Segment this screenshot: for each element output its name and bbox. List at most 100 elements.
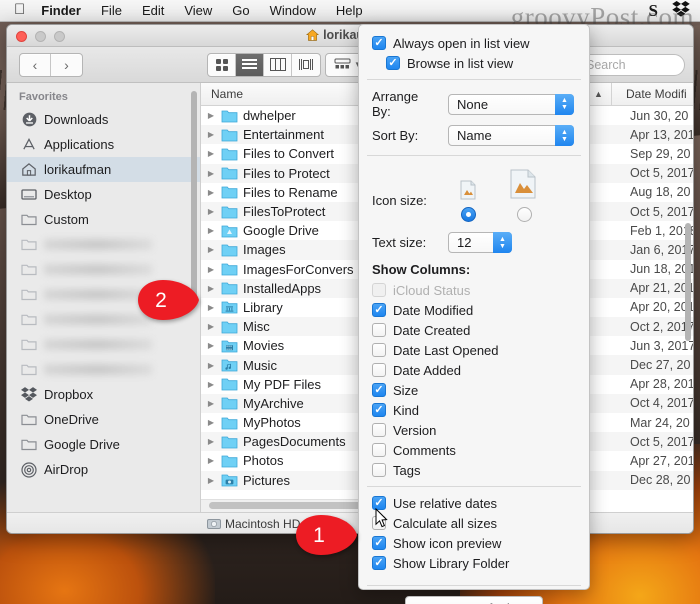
sidebar-item-label: Dropbox <box>44 387 94 402</box>
disclosure-triangle-icon[interactable]: ▶ <box>201 303 221 312</box>
sidebar-item-google-drive[interactable]: Google Drive <box>7 432 200 457</box>
path-item-macintosh-hd[interactable]: Macintosh HD <box>207 517 300 531</box>
disclosure-triangle-icon[interactable]: ▶ <box>201 437 221 446</box>
list-view-button[interactable] <box>236 53 264 76</box>
checkbox-comments[interactable]: Comments <box>359 440 589 460</box>
disclosure-triangle-icon[interactable]: ▶ <box>201 245 221 254</box>
checkbox-date-added[interactable]: Date Added <box>359 360 589 380</box>
back-button[interactable]: ‹ <box>20 53 51 76</box>
sidebar-item-dropbox[interactable]: Dropbox <box>7 382 200 407</box>
apple-logo-icon[interactable]:  <box>14 2 25 17</box>
checkbox-icon[interactable] <box>372 323 386 337</box>
checkbox-size[interactable]: Size <box>359 380 589 400</box>
desktop-icon <box>21 187 37 203</box>
checkbox-tags[interactable]: Tags <box>359 460 589 480</box>
column-header-date-modified[interactable]: ▲ Date Modifi <box>586 83 693 106</box>
stepper-icon[interactable]: ▲ ▼ <box>555 125 574 146</box>
disclosure-triangle-icon[interactable]: ▶ <box>201 111 221 120</box>
checkbox-icon[interactable] <box>372 36 386 50</box>
sidebar-item-downloads[interactable]: Downloads <box>7 107 200 132</box>
menu-item-go[interactable]: Go <box>232 3 249 18</box>
checkbox-icon[interactable] <box>372 303 386 317</box>
disclosure-triangle-icon[interactable]: ▶ <box>201 341 221 350</box>
menu-item-file[interactable]: File <box>101 3 122 18</box>
stepper-icon[interactable]: ▲ ▼ <box>555 93 574 115</box>
disclosure-triangle-icon[interactable]: ▶ <box>201 284 221 293</box>
sidebar-item-applications[interactable]: Applications <box>7 132 200 157</box>
sidebar-item-custom[interactable]: Custom <box>7 207 200 232</box>
skype-icon[interactable]: S <box>649 1 658 21</box>
gallery-view-button[interactable] <box>292 54 320 76</box>
date-value: Apr 13, 201 <box>630 127 693 142</box>
folder-icon <box>221 435 238 449</box>
disclosure-triangle-icon[interactable]: ▶ <box>201 265 221 274</box>
pictures-folder-icon <box>221 473 238 487</box>
disclosure-triangle-icon[interactable]: ▶ <box>201 149 221 158</box>
checkbox-icon[interactable] <box>372 383 386 397</box>
disclosure-triangle-icon[interactable]: ▶ <box>201 418 221 427</box>
icon-view-button[interactable] <box>208 53 236 76</box>
checkbox-icon[interactable] <box>386 56 400 70</box>
checkbox-date-modified[interactable]: Date Modified <box>359 300 589 320</box>
checkbox-icon[interactable] <box>372 463 386 477</box>
sidebar-item-lorikaufman[interactable]: lorikaufman <box>7 157 200 182</box>
disclosure-triangle-icon[interactable]: ▶ <box>201 322 221 331</box>
disclosure-triangle-icon[interactable]: ▶ <box>201 476 221 485</box>
sidebar-item-blurred[interactable] <box>7 357 200 382</box>
checkbox-browse-in-list-view[interactable]: Browse in list view <box>359 53 589 73</box>
sidebar-item-blurred[interactable] <box>7 232 200 257</box>
checkbox-icon[interactable] <box>372 403 386 417</box>
checkbox-version[interactable]: Version <box>359 420 589 440</box>
finder-window: lorikaufman ‹ › <box>6 24 694 534</box>
sidebar-item-onedrive[interactable]: OneDrive <box>7 407 200 432</box>
menu-item-edit[interactable]: Edit <box>142 3 164 18</box>
menu-item-finder[interactable]: Finder <box>41 3 81 18</box>
sort-by-select[interactable]: Name ▲ ▼ <box>448 125 574 146</box>
icon-size-option-large[interactable] <box>496 168 552 222</box>
checkbox-label: Tags <box>393 462 421 478</box>
disclosure-triangle-icon[interactable]: ▶ <box>201 130 221 139</box>
disclosure-triangle-icon[interactable]: ▶ <box>201 361 221 370</box>
sidebar-item-desktop[interactable]: Desktop <box>7 182 200 207</box>
checkbox-icon[interactable] <box>372 423 386 437</box>
stepper-icon[interactable]: ▲ ▼ <box>493 232 512 253</box>
checkbox-always-open-in-list-view[interactable]: Always open in list view <box>359 33 589 53</box>
date-value: Oct 4, 2017 <box>630 396 693 411</box>
text-size-select[interactable]: 12 ▲ ▼ <box>448 232 512 253</box>
icon-size-option-small[interactable] <box>440 178 496 222</box>
checkbox-icon[interactable] <box>372 443 386 457</box>
menu-item-help[interactable]: Help <box>336 3 363 18</box>
checkbox-icon[interactable] <box>372 363 386 377</box>
sidebar-item-blurred[interactable] <box>7 332 200 357</box>
checkbox-icon[interactable] <box>372 556 386 570</box>
radio-icon[interactable] <box>460 207 476 222</box>
use-as-defaults-button[interactable]: Use as Defaults <box>405 596 543 604</box>
disclosure-triangle-icon[interactable]: ▶ <box>201 207 221 216</box>
column-view-button[interactable] <box>264 53 292 76</box>
menu-item-window[interactable]: Window <box>270 3 316 18</box>
radio-icon[interactable] <box>516 207 532 222</box>
checkbox-calculate-all-sizes[interactable]: Calculate all sizes <box>359 513 589 533</box>
forward-button[interactable]: › <box>51 54 82 76</box>
disclosure-triangle-icon[interactable]: ▶ <box>201 456 221 465</box>
arrange-by-select[interactable]: None ▲ ▼ <box>448 93 574 115</box>
file-list-scrollbar[interactable] <box>685 223 691 341</box>
sidebar-scrollbar[interactable] <box>191 91 197 306</box>
checkbox-date-last-opened[interactable]: Date Last Opened <box>359 340 589 360</box>
checkbox-date-created[interactable]: Date Created <box>359 320 589 340</box>
date-value: Feb 1, 2018 <box>630 223 693 238</box>
sidebar-item-airdrop[interactable]: AirDrop <box>7 457 200 482</box>
disclosure-triangle-icon[interactable]: ▶ <box>201 226 221 235</box>
dropbox-icon[interactable] <box>672 1 690 20</box>
disclosure-triangle-icon[interactable]: ▶ <box>201 169 221 178</box>
checkbox-use-relative-dates[interactable]: Use relative dates <box>359 493 589 513</box>
checkbox-show-library-folder[interactable]: Show Library Folder <box>359 553 589 573</box>
menu-item-view[interactable]: View <box>184 3 212 18</box>
checkbox-icon[interactable] <box>372 343 386 357</box>
checkbox-kind[interactable]: Kind <box>359 400 589 420</box>
checkbox-icon[interactable] <box>372 536 386 550</box>
disclosure-triangle-icon[interactable]: ▶ <box>201 399 221 408</box>
disclosure-triangle-icon[interactable]: ▶ <box>201 380 221 389</box>
disclosure-triangle-icon[interactable]: ▶ <box>201 188 221 197</box>
checkbox-show-icon-preview[interactable]: Show icon preview <box>359 533 589 553</box>
